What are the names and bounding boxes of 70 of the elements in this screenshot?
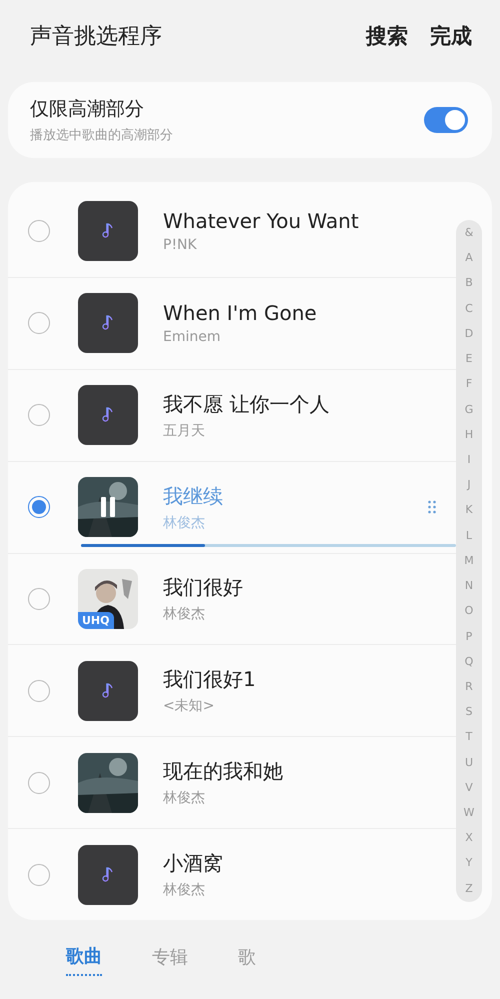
artist-name: 林俊杰 [163,789,206,808]
drag-handle-icon[interactable] [428,500,436,514]
radio-button[interactable] [28,220,50,242]
quality-badge: UHQ [78,612,114,629]
radio-button[interactable] [28,772,50,794]
index-letter[interactable]: B [465,276,473,290]
index-letter[interactable]: O [464,604,474,618]
index-letter[interactable]: I [467,452,471,467]
page-title: 声音挑选程序 [30,23,162,51]
index-letter[interactable]: F [466,377,472,392]
song-title: 我们很好 [163,574,244,602]
index-letter[interactable]: D [464,326,474,341]
index-letter[interactable]: T [466,730,472,744]
radio-button[interactable] [28,312,50,334]
radio-button[interactable] [28,864,50,886]
alphabet-index-bar[interactable]: & A B C D E F G H I J K L M N O P Q R S T U V W X Y Z [456,220,482,902]
artist-name: 五月天 [163,422,206,440]
index-letter[interactable]: Y [466,856,472,870]
index-letter[interactable]: W [464,806,474,820]
radio-button[interactable] [28,496,50,518]
index-letter[interactable]: Q [464,654,474,669]
radio-button[interactable] [28,680,50,702]
index-letter[interactable]: G [464,402,474,417]
index-letter[interactable]: Z [465,882,473,896]
header-action-button[interactable]: 完成 [430,22,472,50]
song-title: Whatever You Want [163,209,360,234]
artist-name: 林俊杰 [163,605,206,624]
index-letter[interactable]: A [465,251,473,266]
artist-name: P!NK [163,237,198,254]
bottom-tab[interactable]: 歌曲 [66,944,102,976]
bottom-tab[interactable]: 专辑 [152,944,188,976]
pause-icon[interactable] [100,496,116,518]
index-letter[interactable]: E [466,352,472,366]
index-letter[interactable]: J [467,478,471,492]
toggle-switch[interactable] [424,107,468,133]
index-letter[interactable]: K [465,503,473,518]
index-letter[interactable]: N [464,579,474,594]
artist-name: 林俊杰 [163,881,206,900]
index-letter[interactable]: U [464,756,474,770]
song-title: 我继续 [163,482,224,510]
index-letter[interactable]: C [465,302,473,316]
song-title: 小酒窝 [163,850,224,878]
song-title: When I'm Gone [163,301,318,326]
artist-name: Eminem [163,329,222,346]
radio-button[interactable] [28,588,50,610]
playback-progress-bar[interactable] [81,544,456,546]
index-letter[interactable]: S [466,705,472,720]
music-note-thumbnail [78,293,138,354]
setting-description: 播放选中歌曲的高潮部分 [30,127,173,144]
song-title: 现在的我和她 [163,758,284,786]
header-action-button[interactable]: 搜索 [366,22,408,50]
music-note-thumbnail [78,660,138,721]
song-title: 我们很好1 [163,666,257,694]
setting-title: 仅限高潮部分 [30,97,145,122]
index-letter[interactable]: R [465,680,473,694]
music-note-thumbnail [78,385,138,446]
index-letter[interactable]: X [465,831,473,846]
index-letter[interactable]: P [466,630,472,644]
index-letter[interactable]: V [465,780,473,795]
index-letter[interactable]: L [466,528,472,543]
index-letter[interactable]: H [464,428,474,442]
music-note-thumbnail [78,201,138,262]
song-title: 我不愿 让你一个人 [163,390,330,418]
music-note-thumbnail [78,844,138,905]
artist-name: 林俊杰 [163,514,206,532]
index-letter[interactable]: M [464,554,474,568]
radio-button[interactable] [28,404,50,426]
index-letter[interactable]: & [464,226,474,240]
artist-name: <未知> [163,697,216,716]
bottom-tab[interactable]: 歌 [238,944,256,976]
